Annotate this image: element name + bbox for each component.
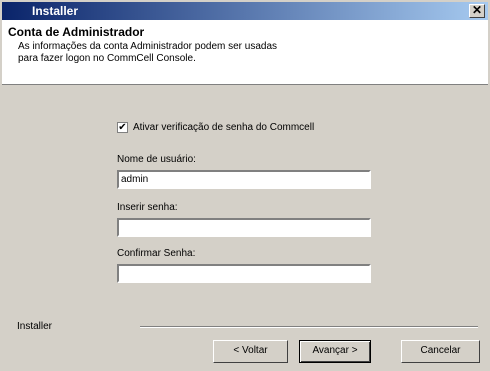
- username-input[interactable]: admin: [117, 170, 371, 189]
- next-button[interactable]: Avançar >: [299, 340, 371, 363]
- confirm-password-input[interactable]: [117, 264, 371, 283]
- password-label: Inserir senha:: [117, 202, 178, 213]
- installer-footer-label: Installer: [17, 321, 53, 332]
- password-input[interactable]: [117, 218, 371, 237]
- back-button[interactable]: < Voltar: [213, 340, 288, 363]
- page-description: As informações da conta Administrador po…: [18, 41, 278, 64]
- enable-password-check-row[interactable]: ✔ Ativar verificação de senha do Commcel…: [117, 122, 314, 133]
- page-title: Conta de Administrador: [8, 25, 145, 39]
- username-label: Nome de usuário:: [117, 154, 196, 165]
- enable-password-checkbox[interactable]: ✔: [117, 122, 128, 133]
- enable-password-label: Ativar verificação de senha do Commcell: [133, 122, 315, 133]
- header-panel: Conta de Administrador As informações da…: [2, 20, 488, 85]
- installer-window: Installer ✕ Conta de Administrador As in…: [0, 0, 490, 371]
- footer-divider: [140, 326, 478, 328]
- cancel-button[interactable]: Cancelar: [401, 340, 480, 363]
- window-title: Installer: [32, 4, 79, 18]
- close-button[interactable]: ✕: [469, 4, 485, 18]
- confirm-password-label: Confirmar Senha:: [117, 248, 196, 259]
- close-icon: ✕: [471, 3, 483, 17]
- title-bar: Installer ✕: [2, 2, 488, 20]
